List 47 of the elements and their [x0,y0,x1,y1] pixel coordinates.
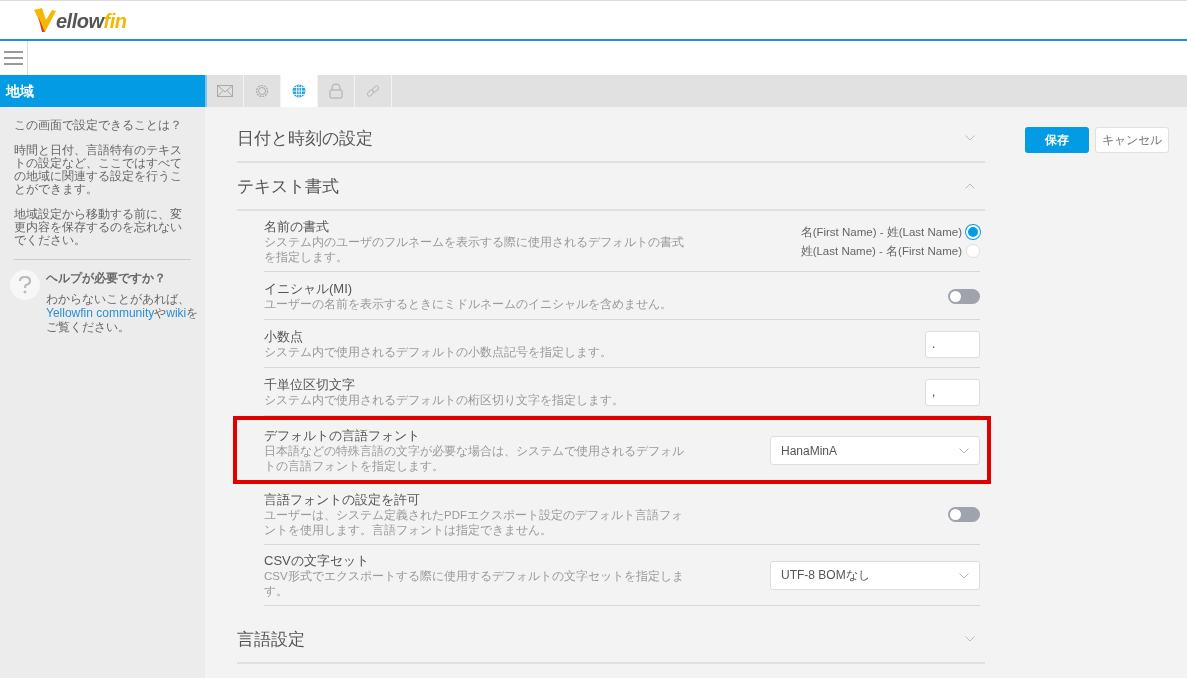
chevron-up-icon[interactable] [965,183,975,189]
link-icon [366,84,380,98]
logo-text: ellowfin [56,10,127,32]
logo-icon [34,8,56,32]
setting-label: デフォルトの言語フォント [264,427,421,444]
setting-description: ユーザーは、システム定義されたPDFエクスポート設定のデフォルト言語フォントを使用します。言語フォントは指定できません。 [264,508,684,538]
setting-description: 日本語などの特殊言語の文字が必要な場合は、システムで使用されるデフォルトの言語フォントを指定します。 [264,444,685,474]
globe-icon [292,84,306,98]
chevron-down-icon[interactable] [965,135,975,141]
dropdown[interactable]: HanaMinA [770,436,980,465]
setting-description: システム内で使用されるデフォルトの小数点記号を指定します。 [264,345,613,360]
cancel-button[interactable]: キャンセル [1095,127,1169,153]
caret-icon[interactable] [959,572,969,579]
setting-description: システム内で使用されるデフォルトの桁区切り文字を指定します。 [264,393,625,408]
caret-icon[interactable] [959,447,969,454]
help-paragraph: 時間と日付、言語特有のテキストの設定など、ここではすべての地域に関連する設定を行うことができます。 [14,144,183,196]
lock-icon [329,83,343,99]
section-title[interactable]: テキスト書式 [237,174,339,198]
input-field[interactable]: . [925,330,980,358]
help-text: わからないことがあれば、 Yellowfin communityやwikiをご覧ください。 [46,292,200,334]
radio-label: 名(First Name) - 姓(Last Name) [800,224,962,240]
section-title[interactable]: 日付と時刻の設定 [237,126,373,150]
toggle-switch[interactable] [948,507,980,522]
setting-label: 千単位区切文字 [264,376,356,393]
setting-description: システム内のユーザのフルネームを表示する際に使用されるデフォルトの書式を指定します。 [264,235,685,265]
input-field[interactable]: , [925,378,980,406]
sidebar-title: 地域 [0,75,205,107]
chevron-down-icon[interactable] [965,636,975,642]
help-icon [10,270,40,300]
setting-label: 小数点 [264,328,304,345]
setting-label: 言語フォントの設定を許可 [264,491,421,508]
radio-label: 姓(Last Name) - 名(First Name) [800,243,962,259]
settings-icon [254,83,270,99]
setting-description: ユーザーの名前を表示するときにミドルネームのイニシャルを含めません。 [264,297,673,312]
radio-button[interactable] [966,244,980,258]
mail-icon [217,85,233,97]
setting-label: イニシャル(MI) [264,280,354,297]
help-title: ヘルプが必要ですか？ [46,270,167,287]
tab[interactable] [281,75,318,107]
section-title[interactable]: 言語設定 [237,627,305,651]
setting-label: CSVの文字セット [264,552,370,569]
setting-label: 名前の書式 [264,218,330,235]
help-paragraph: この画面で設定できることは？ [14,119,183,132]
toggle-switch[interactable] [948,288,980,304]
help-paragraph: 地域設定から移動する前に、変更内容を保存するのを忘れないでください。 [14,208,183,247]
setting-description: CSV形式でエクスポートする際に使用するデフォルトの文字セットを指定します。 [264,569,685,599]
dropdown[interactable]: UTF-8 BOMなし [770,561,980,590]
